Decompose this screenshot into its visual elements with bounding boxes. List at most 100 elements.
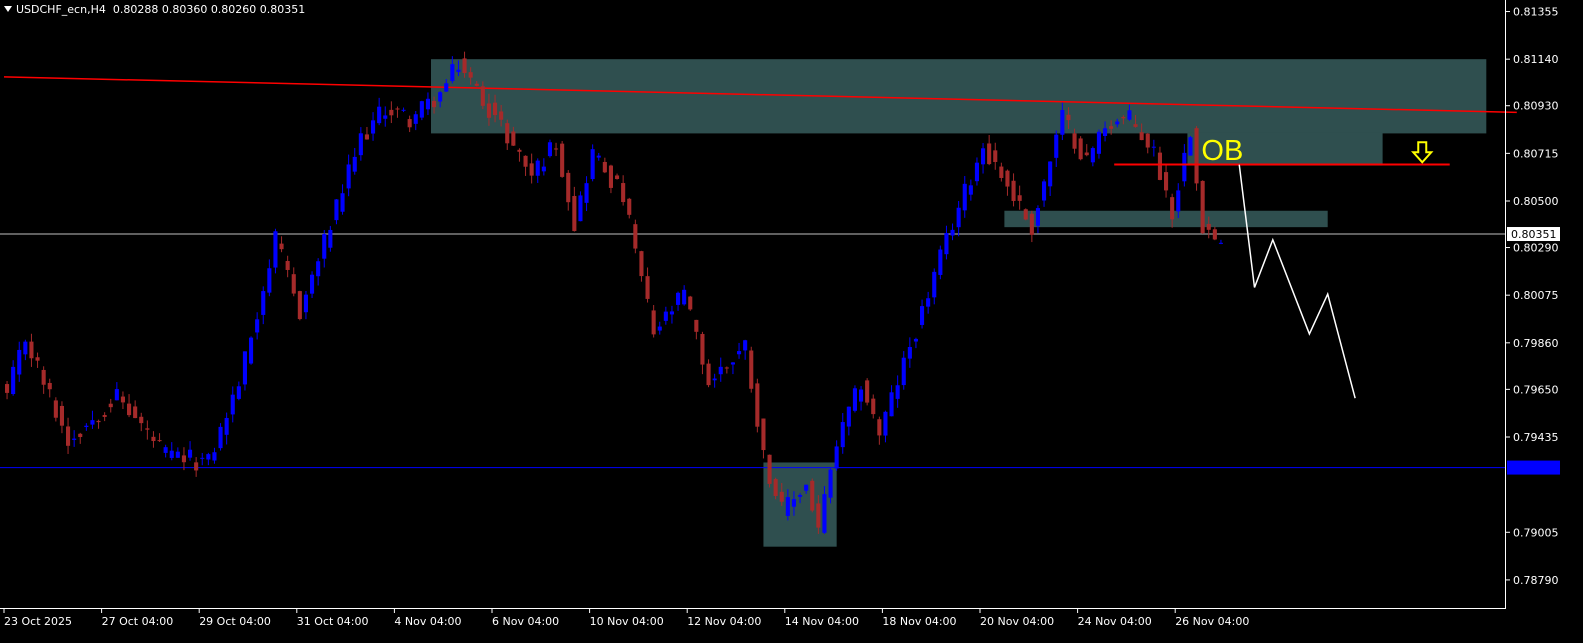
candle-body	[901, 357, 906, 386]
x-tick-label: 10 Nov 04:00	[590, 615, 664, 628]
candle-body	[1218, 242, 1223, 244]
candle-body	[505, 123, 510, 144]
x-tick-label: 18 Nov 04:00	[882, 615, 956, 628]
candle-body	[974, 162, 979, 182]
candle-body	[1090, 148, 1095, 163]
candle-body	[602, 161, 607, 173]
candle-body	[401, 109, 406, 111]
candle-body	[1084, 152, 1089, 156]
candle-body	[596, 155, 601, 158]
candle-body	[181, 455, 186, 463]
candle-body	[114, 389, 119, 401]
candle-body	[999, 166, 1004, 178]
candle-body	[663, 311, 668, 321]
candle-body	[962, 183, 967, 211]
candle-body	[547, 142, 552, 157]
candle-body	[127, 403, 132, 416]
x-tick-label: 4 Nov 04:00	[394, 615, 461, 628]
candle-body	[572, 196, 577, 232]
candle-body	[913, 338, 918, 342]
candle-body	[987, 143, 992, 165]
candle-body	[1103, 128, 1108, 136]
candle-body	[35, 357, 40, 361]
price-chart[interactable]: OB 0.81355 0.81140 0.80930 0.80715 0.80500 0.…	[0, 0, 1583, 639]
candle-body	[889, 392, 894, 417]
candle-body	[1121, 116, 1126, 119]
candle-body	[316, 261, 321, 277]
candle-body	[249, 337, 254, 364]
candle-body	[444, 83, 449, 92]
candle-body	[956, 207, 961, 228]
candle-body	[328, 229, 333, 248]
candle-body	[1060, 109, 1065, 135]
candle-body	[804, 484, 809, 491]
y-tick-label: 0.78790	[1513, 574, 1559, 587]
candle-body	[749, 350, 754, 389]
candle-body	[1182, 152, 1187, 182]
candle-body	[737, 351, 742, 355]
candle-body	[633, 224, 638, 249]
candle-body	[1078, 138, 1083, 160]
candle-body	[621, 183, 626, 203]
candle-body	[615, 175, 620, 179]
candle-body	[767, 454, 772, 484]
candle-body	[554, 148, 559, 150]
candle-body	[1170, 197, 1175, 220]
y-tick-label: 0.79005	[1513, 526, 1559, 539]
candle-body	[230, 394, 235, 415]
candle-body	[926, 298, 931, 307]
candle-body	[236, 386, 241, 399]
candle-body	[493, 102, 498, 116]
candle-body	[139, 416, 144, 424]
y-tick-label: 0.81140	[1513, 53, 1559, 66]
candle-body	[194, 462, 199, 471]
y-tick-label: 0.79435	[1513, 431, 1559, 444]
candle-body	[41, 369, 46, 385]
chart-header: USDCHF_ecn,H4 0.80288 0.80360 0.80260 0.…	[4, 3, 305, 16]
candle-body	[1054, 134, 1059, 158]
candle-body	[450, 64, 455, 82]
candle-body	[1151, 146, 1156, 148]
menu-triangle-icon[interactable]	[4, 6, 12, 12]
candle-body	[480, 86, 485, 106]
candle-body	[846, 406, 851, 427]
candle-body	[364, 134, 369, 140]
candle-body	[950, 229, 955, 236]
zone-rect	[1004, 210, 1328, 228]
candle-body	[968, 185, 973, 195]
candle-body	[29, 341, 34, 359]
candle-body	[627, 198, 632, 215]
candle-body	[346, 164, 351, 189]
x-tick-label: 20 Nov 04:00	[980, 615, 1054, 628]
candle-body	[1035, 208, 1040, 226]
candle-body	[584, 183, 589, 203]
candle-body	[297, 291, 302, 320]
candle-body	[1005, 170, 1010, 187]
candle-body	[1096, 131, 1101, 154]
candle-body	[816, 503, 821, 528]
candle-body	[456, 69, 461, 73]
candle-body	[944, 233, 949, 255]
candle-body	[1176, 190, 1181, 212]
chart-area[interactable]: OB 0.81355 0.81140 0.80930 0.80715 0.80500 0.…	[0, 0, 1583, 639]
candle-body	[322, 234, 327, 259]
y-tick-label: 0.81355	[1513, 6, 1559, 19]
candle-body	[523, 155, 528, 167]
candle-body	[1200, 180, 1205, 234]
candle-body	[47, 382, 52, 390]
candle-body	[1145, 133, 1150, 148]
candle-body	[566, 172, 571, 203]
candle-body	[291, 274, 296, 294]
candle-body	[224, 417, 229, 435]
y-tick-label: 0.79860	[1513, 337, 1559, 350]
candle-body	[1029, 213, 1034, 235]
x-tick-label: 29 Oct 04:00	[199, 615, 271, 628]
candle-body	[1066, 114, 1071, 121]
candle-body	[72, 438, 77, 440]
candle-body	[706, 363, 711, 386]
candle-body	[425, 98, 430, 110]
candle-body	[212, 452, 217, 461]
y-tick-label: 0.80290	[1513, 242, 1559, 255]
y-tick-label: 0.80075	[1513, 289, 1559, 302]
y-tick-label: 0.80715	[1513, 147, 1559, 160]
